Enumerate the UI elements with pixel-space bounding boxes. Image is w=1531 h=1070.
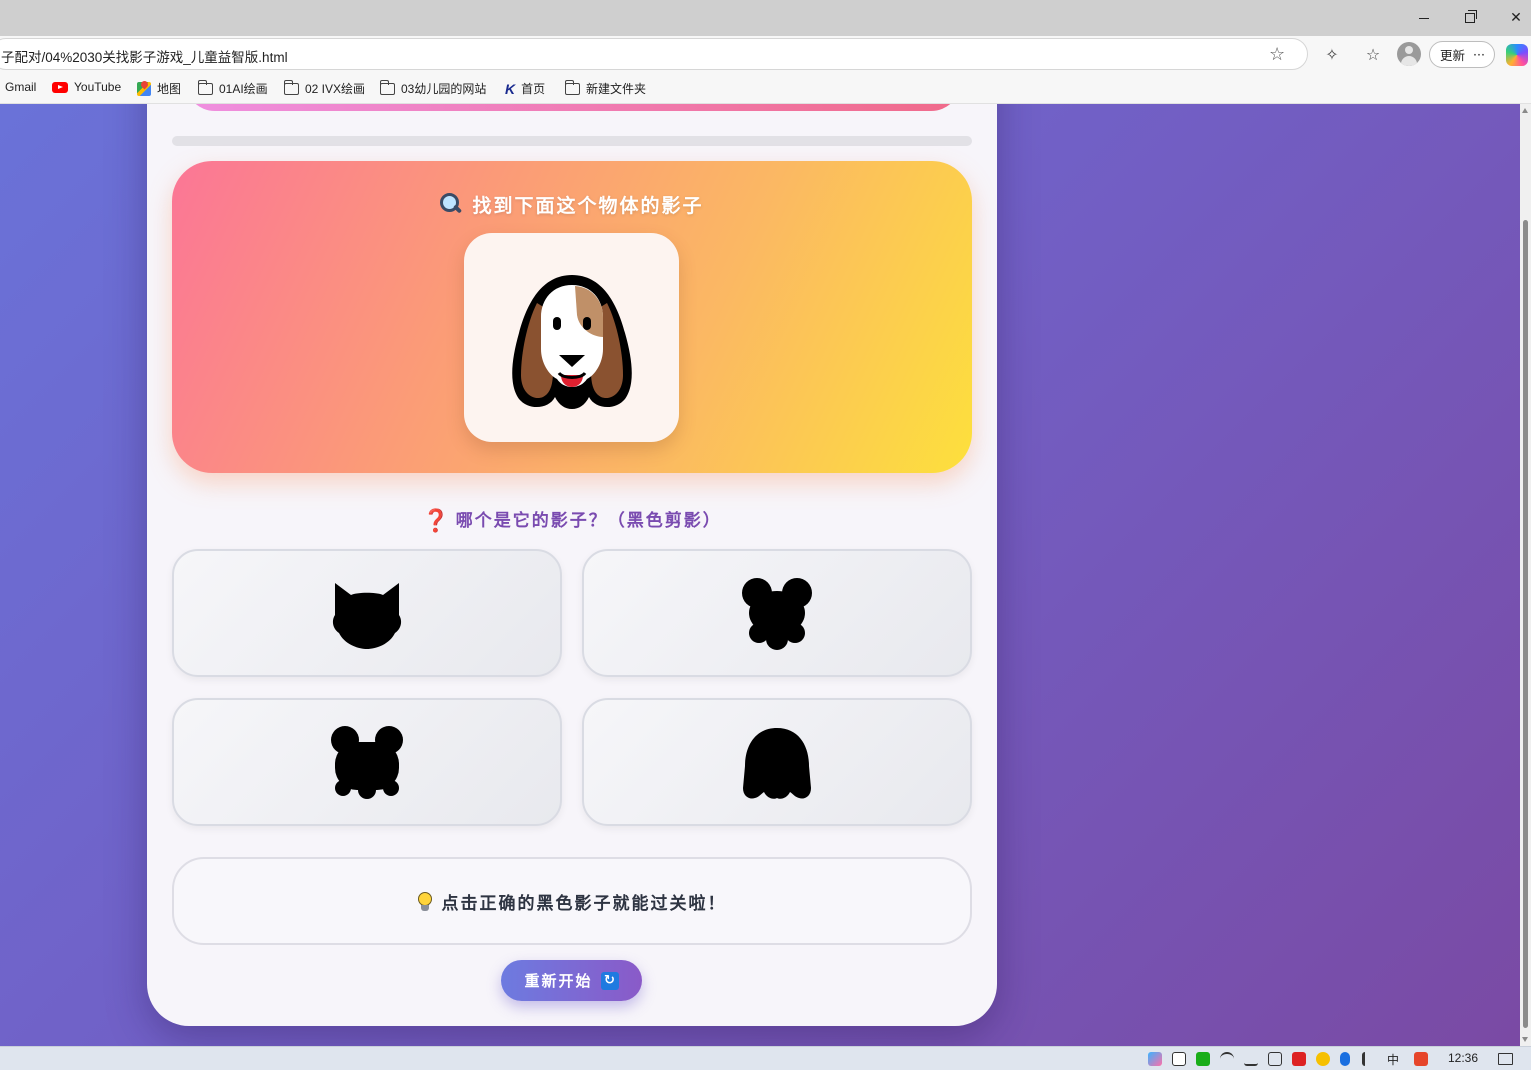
tray-m-icon[interactable] bbox=[1292, 1052, 1306, 1066]
hint-box: 点击正确的黑色影子就能过关啦！ bbox=[172, 857, 972, 945]
restart-button[interactable]: 重新开始 ↻ bbox=[501, 960, 642, 1001]
bookmark-label: 地图 bbox=[157, 82, 182, 96]
tray-device-icon[interactable] bbox=[1268, 1052, 1282, 1066]
scroll-thumb[interactable] bbox=[1523, 220, 1528, 1028]
hint-text: 点击正确的黑色影子就能过关啦！ bbox=[417, 889, 727, 914]
refresh-icon: ↻ bbox=[600, 971, 619, 990]
cat-silhouette-icon bbox=[332, 583, 402, 649]
bear-silhouette-icon bbox=[742, 578, 812, 650]
close-icon: ✕ bbox=[1510, 10, 1522, 26]
minimize-button[interactable] bbox=[1401, 0, 1447, 36]
bookmark-label: YouTube bbox=[74, 80, 122, 94]
shadow-option-ghost[interactable] bbox=[582, 698, 972, 826]
bookmark-label: 新建文件夹 bbox=[586, 82, 647, 96]
folder-icon bbox=[379, 79, 395, 95]
restore-icon bbox=[1465, 10, 1477, 23]
youtube-icon bbox=[52, 81, 68, 93]
shadow-option-cat[interactable] bbox=[172, 549, 562, 677]
update-button[interactable]: 更新 ··· bbox=[1429, 41, 1495, 68]
page-viewport: 找到下面这个物体的影子 ❓ 哪个是它的影子？（黑色剪影） 点击正确的黑色影子就能… bbox=[0, 104, 1520, 1046]
profile-avatar[interactable] bbox=[1397, 42, 1421, 66]
frog-silhouette-icon bbox=[331, 726, 403, 799]
wifi-icon[interactable] bbox=[1220, 1052, 1234, 1066]
bookmark-label: 02 IVX绘画 bbox=[305, 82, 366, 96]
k-logo-icon: K bbox=[505, 80, 516, 97]
more-icon: ··· bbox=[1473, 47, 1485, 62]
bookmark-folder-kindergarten[interactable]: 03幼儿园的网站 bbox=[379, 79, 487, 97]
question-label: 哪个是它的影子？（黑色剪影） bbox=[455, 511, 722, 531]
question-mark-icon: ❓ bbox=[422, 509, 452, 534]
bluetooth-icon[interactable] bbox=[1340, 1052, 1350, 1066]
scroll-up-arrow-icon[interactable] bbox=[1522, 108, 1528, 113]
restore-button[interactable] bbox=[1447, 0, 1493, 36]
extensions-icon[interactable]: ✧ bbox=[1320, 42, 1344, 66]
bookmark-label: Gmail bbox=[5, 80, 37, 94]
settings-sliders-icon[interactable] bbox=[1244, 1052, 1258, 1066]
question-text: ❓ 哪个是它的影子？（黑色剪影） bbox=[147, 506, 997, 534]
bookmark-folder-ai[interactable]: 01AI绘画 bbox=[197, 79, 268, 97]
bookmarks-bar: Gmail YouTube 地图 01AI绘画 02 IVX绘画 03幼儿园的网… bbox=[0, 72, 1531, 104]
address-bar[interactable]: 子配对/04%2030关找影子游戏_儿童益智版.html ☆ bbox=[0, 38, 1308, 70]
bookmark-home[interactable]: K 首页 bbox=[505, 80, 545, 97]
target-panel: 找到下面这个物体的影子 bbox=[172, 161, 972, 473]
sogou-ime-icon[interactable] bbox=[1414, 1052, 1428, 1066]
favorites-icon[interactable]: ☆ bbox=[1361, 42, 1385, 66]
bookmark-folder-ivx[interactable]: 02 IVX绘画 bbox=[283, 79, 366, 97]
game-card: 找到下面这个物体的影子 ❓ 哪个是它的影子？（黑色剪影） 点击正确的黑色影子就能… bbox=[147, 104, 997, 1026]
volume-icon[interactable] bbox=[1362, 1052, 1376, 1066]
folder-icon bbox=[197, 79, 213, 95]
bookmark-maps[interactable]: 地图 bbox=[137, 80, 181, 97]
taskbar: 中 12:36 bbox=[0, 1046, 1531, 1070]
address-text: 子配对/04%2030关找影子游戏_儿童益智版.html bbox=[1, 50, 288, 65]
notification-icon[interactable] bbox=[1498, 1053, 1513, 1065]
folder-icon bbox=[283, 79, 299, 95]
clock[interactable]: 12:36 bbox=[1448, 1051, 1478, 1065]
bookmark-gmail[interactable]: Gmail bbox=[5, 80, 36, 94]
close-window-button[interactable]: ✕ bbox=[1493, 0, 1531, 36]
folder-icon bbox=[564, 79, 580, 95]
minimize-icon bbox=[1419, 17, 1429, 19]
ime-indicator[interactable]: 中 bbox=[1387, 1051, 1399, 1068]
tray-screenshot-icon[interactable] bbox=[1172, 1052, 1186, 1066]
bookmark-label: 01AI绘画 bbox=[219, 82, 268, 96]
dog-face-icon bbox=[511, 274, 632, 409]
ghost-silhouette-icon bbox=[743, 728, 811, 799]
favorite-star-icon[interactable]: ☆ bbox=[1269, 44, 1285, 65]
update-label: 更新 bbox=[1440, 48, 1466, 63]
bookmark-youtube[interactable]: YouTube bbox=[52, 80, 121, 94]
progress-bar bbox=[172, 136, 972, 146]
target-title: 找到下面这个物体的影子 bbox=[172, 191, 972, 218]
hint-label: 点击正确的黑色影子就能过关啦！ bbox=[441, 893, 727, 914]
bookmark-label: 首页 bbox=[521, 82, 546, 96]
magnifier-icon bbox=[440, 193, 462, 215]
copilot-icon[interactable] bbox=[1506, 44, 1528, 66]
target-object bbox=[464, 233, 679, 442]
bookmark-folder-new[interactable]: 新建文件夹 bbox=[564, 79, 647, 97]
maps-icon bbox=[137, 81, 151, 96]
target-title-text: 找到下面这个物体的影子 bbox=[472, 195, 704, 217]
tray-emoji-icon[interactable] bbox=[1316, 1052, 1330, 1066]
page-scrollbar[interactable] bbox=[1520, 104, 1531, 1046]
tray-app-icon[interactable] bbox=[1148, 1052, 1162, 1066]
scroll-down-arrow-icon[interactable] bbox=[1522, 1037, 1528, 1042]
bookmark-label: 03幼儿园的网站 bbox=[401, 82, 487, 96]
shadow-option-frog[interactable] bbox=[172, 698, 562, 826]
window-titlebar: ✕ bbox=[0, 0, 1531, 36]
restart-label: 重新开始 bbox=[524, 972, 593, 990]
wechat-icon[interactable] bbox=[1196, 1052, 1210, 1066]
shadow-option-bear[interactable] bbox=[582, 549, 972, 677]
header-banner bbox=[185, 104, 961, 111]
browser-toolbar: 子配对/04%2030关找影子游戏_儿童益智版.html ☆ ✧ ☆ 更新 ··… bbox=[0, 36, 1531, 72]
lightbulb-icon bbox=[417, 891, 432, 912]
